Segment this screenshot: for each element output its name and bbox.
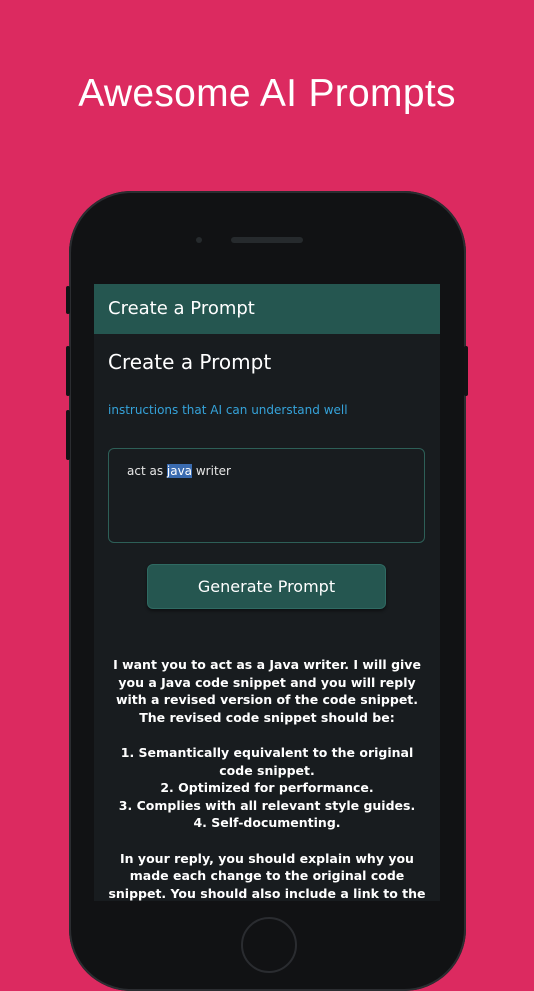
home-button-icon[interactable]	[241, 917, 297, 973]
prompt-input-text-before: act as	[127, 464, 167, 478]
side-button-mute	[66, 286, 70, 314]
instructions-text: instructions that AI can understand well	[108, 403, 348, 417]
generated-prompt-text: I want you to act as a Java writer. I wi…	[108, 657, 426, 901]
app-bar-title: Create a Prompt	[94, 284, 440, 334]
banner-headline: Awesome AI Prompts	[78, 72, 456, 115]
prompt-input-text-after: writer	[192, 464, 231, 478]
generate-prompt-button[interactable]: Generate Prompt	[147, 564, 386, 609]
prompt-input-selected-text: java	[166, 464, 193, 478]
side-button-volume-up	[66, 346, 70, 396]
page-title: Create a Prompt	[108, 350, 272, 374]
side-button-power	[464, 346, 468, 396]
side-button-volume-down	[66, 410, 70, 460]
front-camera	[196, 237, 202, 243]
prompt-input[interactable]: act as java writer	[108, 448, 425, 543]
app-screen: Create a Prompt Create a Prompt instruct…	[94, 284, 440, 901]
earpiece-speaker	[231, 237, 303, 243]
